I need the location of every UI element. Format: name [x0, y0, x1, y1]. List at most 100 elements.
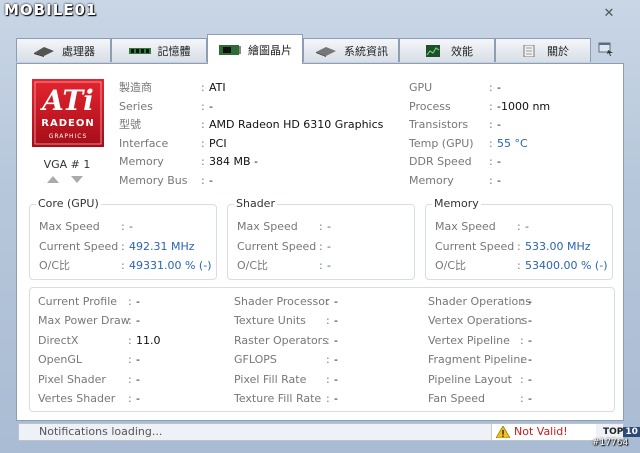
info-label: Fragment Pipeline [428, 353, 528, 367]
info-label: Transistors [409, 118, 469, 132]
tab-processor[interactable]: 處理器 [16, 38, 111, 62]
info-label: Texture Fill Rate [234, 392, 322, 405]
info-label: Fan Speed [428, 392, 486, 405]
vga-index: VGA # 1 [43, 158, 91, 171]
colon: : [489, 174, 493, 187]
colon: : [489, 118, 493, 132]
colon: : [326, 392, 330, 405]
tab-label: 系統資訊 [344, 44, 388, 58]
info-value: 533.00 MHz [525, 239, 591, 253]
info-value: - [497, 118, 501, 132]
colon: : [201, 81, 205, 94]
group-shader: Shader Max Speed: - Current Speed: - O/C比: - [227, 197, 415, 280]
info-value: 49331.00 % (-) [129, 259, 212, 272]
info-label: Temp (GPU) [409, 136, 474, 150]
info-value: - [209, 99, 213, 113]
info-value: - [497, 81, 501, 94]
top10-badge-prefix: TOP [603, 427, 624, 437]
info-value: - [334, 353, 338, 367]
tab-system-info[interactable]: 系統資訊 [303, 38, 399, 62]
colon: : [520, 372, 524, 386]
close-button[interactable]: ✕ [600, 6, 618, 22]
colon: : [326, 295, 330, 308]
colon: : [520, 353, 524, 367]
ati-radeon-logo: ATi RADEON GRAPHICS [31, 78, 105, 148]
info-label: OpenGL [38, 353, 83, 367]
info-value: - [136, 353, 140, 367]
info-label: Shader Operations [428, 295, 531, 308]
cpu-icon [34, 46, 54, 57]
group-title: Core (GPU) [36, 197, 101, 210]
colon: : [520, 392, 524, 405]
info-label: Current Speed [237, 239, 317, 253]
group-core-gpu: Core (GPU) Max Speed: - Current Speed:492.… [29, 197, 217, 280]
info-label: Interface [119, 136, 169, 150]
info-label: DirectX [38, 333, 79, 347]
info-value: - [327, 220, 331, 233]
colon: : [520, 295, 524, 308]
info-label: Pixel Shader [38, 372, 106, 386]
tab-memory[interactable]: 記憶體 [111, 38, 207, 62]
info-value: 492.31 MHz [129, 239, 195, 253]
notification-text: Notifications loading... [39, 425, 163, 438]
colon: : [121, 259, 125, 272]
settings-window-icon[interactable] [598, 42, 614, 56]
info-value: - [334, 314, 338, 328]
info-value: - [334, 372, 338, 386]
arrow-down-icon[interactable] [71, 176, 83, 183]
info-label: 製造商 [119, 81, 152, 94]
colon: : [319, 239, 323, 253]
colon: : [489, 81, 493, 94]
colon: : [121, 220, 125, 233]
colon: : [326, 333, 330, 347]
info-value: - [129, 220, 133, 233]
tab-graphics[interactable]: 繪圖晶片 [207, 34, 303, 64]
validation-status[interactable]: Not Valid! [491, 424, 596, 440]
group-memory: Memory Max Speed: - Current Speed:533.00 M… [425, 197, 613, 280]
tab-label: 繪圖晶片 [248, 43, 292, 57]
arrow-up-icon[interactable] [47, 176, 59, 183]
colon: : [201, 118, 205, 132]
info-value: - [528, 372, 532, 386]
system-icon [316, 46, 336, 57]
info-label: Pixel Fill Rate [234, 372, 307, 386]
title-bar: MOBILE01 ✕ [0, 0, 640, 34]
colon: : [520, 314, 524, 328]
info-value: - [528, 333, 532, 347]
vga-selector-arrows[interactable] [45, 174, 85, 184]
info-label: Pipeline Layout [428, 372, 512, 386]
info-value: - [334, 392, 338, 405]
info-label: Vertex Operations [428, 314, 528, 328]
colon: : [520, 333, 524, 347]
info-label: Max Speed [435, 220, 496, 233]
info-value: - [136, 392, 140, 405]
info-label: Max Power Draw [38, 314, 130, 328]
info-value: - [327, 259, 331, 272]
info-label: Process [409, 99, 451, 113]
watermark-post-id: #17764 [592, 438, 629, 448]
info-label: Max Speed [39, 220, 100, 233]
info-label: Max Speed [237, 220, 298, 233]
info-value: - [497, 155, 501, 169]
info-value: - [136, 295, 140, 308]
colon: : [201, 155, 205, 169]
tab-label: 記憶體 [157, 44, 191, 58]
info-value: - [497, 174, 501, 187]
warning-icon [496, 426, 510, 438]
colon: : [326, 372, 330, 386]
colon: : [489, 99, 493, 113]
info-value: ATI [209, 81, 226, 94]
info-label: O/C比 [39, 259, 71, 272]
group-title: Memory [432, 197, 481, 210]
info-label: Memory [409, 174, 454, 187]
colon: : [319, 220, 323, 233]
tab-label: 效能 [451, 44, 473, 58]
info-value: - [528, 392, 532, 405]
colon: : [128, 295, 132, 308]
info-label: Series [119, 99, 153, 113]
tab-about[interactable]: 關於 [495, 38, 591, 62]
colon: : [489, 155, 493, 169]
info-label: O/C比 [435, 259, 467, 272]
info-label: GFLOPS [234, 353, 277, 367]
tab-performance[interactable]: 效能 [399, 38, 495, 62]
